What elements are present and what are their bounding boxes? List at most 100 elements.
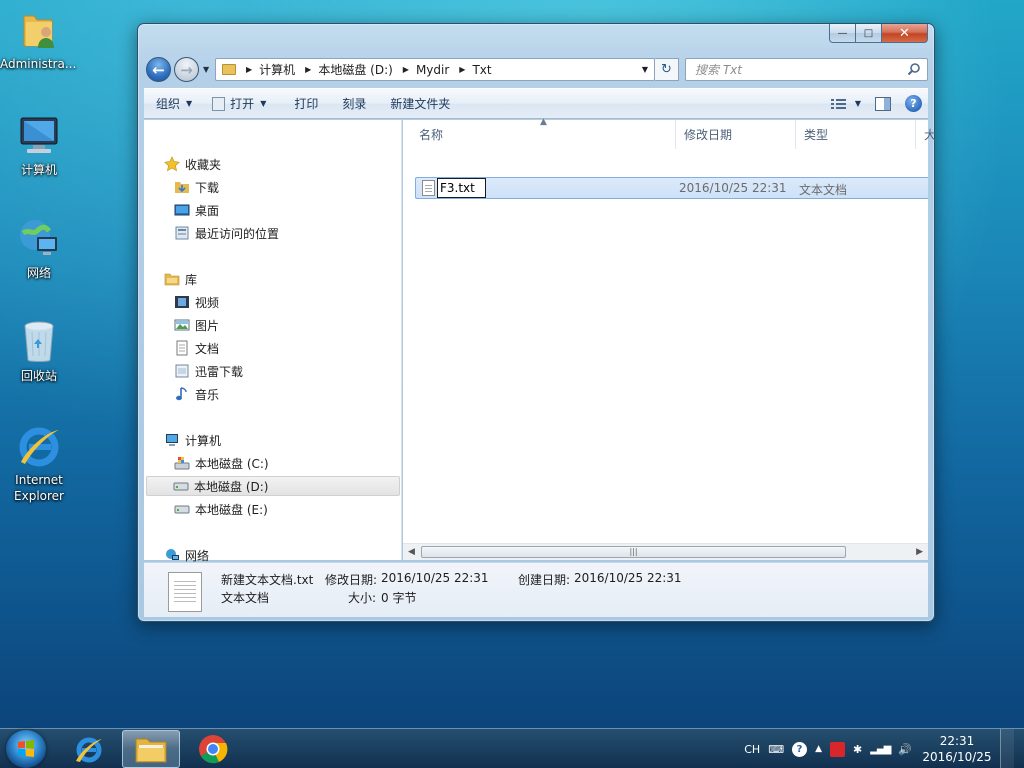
network-signal-icon[interactable]: ▂▄▆	[870, 744, 891, 755]
nav-item-xunlei-downloads[interactable]: 迅雷下载	[174, 361, 243, 381]
nav-item-computer[interactable]: 计算机	[164, 430, 221, 450]
maximize-button[interactable]: □	[856, 24, 882, 43]
system-tray: CH ⌨ ? ▲ ✱ ▂▄▆ 🔊 22:31 2016/10/25	[744, 729, 1014, 768]
scroll-left-icon[interactable]: ◀	[408, 547, 415, 557]
libraries-icon	[164, 271, 180, 287]
xunlei-folder-icon	[174, 363, 190, 379]
change-view-button[interactable]: ▼	[830, 98, 861, 110]
horizontal-scrollbar[interactable]: ◀ ||| ▶	[403, 543, 928, 560]
search-placeholder: 搜索 Txt	[695, 63, 742, 77]
notepad-icon	[212, 96, 226, 111]
chrome-icon	[199, 735, 228, 764]
nav-item-videos[interactable]: 视频	[174, 292, 219, 312]
nav-item-desktop[interactable]: 桌面	[174, 200, 219, 220]
breadcrumb-chevron-icon[interactable]: ▶	[403, 65, 409, 74]
network-globe-icon	[15, 215, 63, 263]
taskbar-internet-explorer[interactable]	[60, 730, 118, 768]
nav-item-recent-places[interactable]: 最近访问的位置	[174, 223, 279, 243]
nav-item-music[interactable]: 音乐	[174, 384, 219, 404]
scroll-right-icon[interactable]: ▶	[916, 547, 923, 557]
burn-button[interactable]: 刻录	[328, 89, 376, 118]
desktop-icon-recycle-bin[interactable]: 回收站	[1, 318, 77, 384]
recent-pages-dropdown[interactable]: ▼	[203, 65, 209, 74]
scrollbar-thumb[interactable]: |||	[421, 546, 846, 558]
minimize-button[interactable]: —	[829, 24, 856, 43]
desktop-icon-internet-explorer[interactable]: Internet Explorer	[1, 422, 77, 504]
clock-date: 2016/10/25	[922, 750, 992, 764]
bluetooth-icon[interactable]: ✱	[853, 743, 862, 756]
nav-item-favorites[interactable]: 收藏夹	[164, 154, 221, 174]
computer-icon	[15, 112, 63, 160]
breadcrumb-chevron-icon[interactable]: ▶	[305, 65, 311, 74]
input-language[interactable]: CH	[744, 743, 760, 756]
document-icon	[174, 340, 190, 356]
taskbar-file-explorer[interactable]	[122, 730, 180, 768]
user-folder-icon	[14, 6, 62, 54]
open-button[interactable]: 打开 ▼	[202, 89, 276, 118]
volume-icon[interactable]: 🔊	[898, 743, 912, 756]
computer-icon	[164, 432, 180, 448]
column-header-modified[interactable]: 修改日期	[676, 120, 796, 149]
breadcrumb-item[interactable]: ▶ 本地磁盘 (D:)	[301, 61, 399, 78]
internet-explorer-icon	[15, 422, 63, 470]
file-type: 文本文档	[799, 183, 848, 197]
file-modified-date: 2016/10/25 22:31	[679, 181, 787, 195]
text-file-large-icon	[168, 572, 202, 612]
address-bar[interactable]: ▶ 计算机 ▶ 本地磁盘 (D:) ▶ Mydir ▶ Txt ▼	[215, 58, 655, 81]
desktop-icon-label: 计算机	[20, 163, 57, 177]
nav-item-downloads[interactable]: 下载	[174, 177, 219, 197]
nav-item-pictures[interactable]: 图片	[174, 315, 219, 335]
help-icon[interactable]: ?	[905, 95, 922, 112]
file-list-pane: ▲ 名称 修改日期 类型 大 2016/10/25 22:31 文本文档 ◀ |…	[403, 117, 936, 560]
breadcrumb-item[interactable]: ▶ Txt	[455, 63, 497, 77]
address-dropdown-icon[interactable]: ▼	[642, 65, 648, 74]
preview-pane-icon[interactable]	[875, 96, 891, 111]
refresh-button[interactable]: ↻	[655, 58, 679, 81]
close-button[interactable]: ✕	[882, 24, 928, 43]
view-list-icon	[830, 98, 846, 109]
new-folder-button[interactable]: 新建文件夹	[376, 89, 460, 118]
breadcrumb-chevron-icon[interactable]: ▶	[246, 65, 252, 74]
desktop-icon-network[interactable]: 网络	[1, 215, 77, 281]
nav-item-documents[interactable]: 文档	[174, 338, 219, 358]
start-button[interactable]	[6, 730, 46, 768]
nav-item-drive-d[interactable]: 本地磁盘 (D:)	[146, 476, 400, 496]
nav-item-drive-e[interactable]: 本地磁盘 (E:)	[174, 499, 268, 519]
recycle-bin-icon	[15, 318, 63, 366]
explorer-window: — □ ✕ ← → ▼ ▶ 计算机 ▶ 本地磁盘 (D:) ▶ Mydir ▶ Txt …	[137, 23, 936, 622]
taskbar-chrome[interactable]	[184, 730, 242, 768]
downloads-folder-icon	[174, 179, 190, 195]
tray-overflow-icon[interactable]: ▲	[815, 744, 822, 754]
show-desktop-button[interactable]	[1000, 729, 1014, 768]
back-button[interactable]: ←	[146, 57, 171, 82]
print-button[interactable]: 打印	[276, 89, 328, 118]
organize-button[interactable]: 组织 ▼	[144, 89, 202, 118]
search-input[interactable]: 搜索 Txt	[685, 58, 928, 81]
column-header-size[interactable]: 大	[916, 120, 936, 149]
details-pane: 新建文本文档.txt 文本文档 修改日期: 2016/10/25 22:31 创…	[144, 562, 928, 617]
file-explorer-folder-icon	[135, 738, 167, 763]
clock[interactable]: 22:31 2016/10/25	[920, 733, 994, 765]
breadcrumb-item[interactable]: ▶ Mydir	[399, 63, 456, 77]
desktop-icon-computer[interactable]: 计算机	[1, 112, 77, 178]
picture-icon	[174, 317, 190, 333]
desktop-icon-administrator[interactable]: Administra...	[0, 6, 76, 72]
nav-item-drive-c[interactable]: 本地磁盘 (C:)	[174, 453, 269, 473]
rename-input[interactable]	[437, 178, 486, 198]
details-created-value: 2016/10/25 22:31	[574, 571, 682, 585]
star-icon	[164, 156, 180, 172]
desktop-icon-label: Internet Explorer	[14, 473, 64, 503]
antivirus-icon[interactable]	[830, 741, 845, 757]
nav-item-libraries[interactable]: 库	[164, 269, 197, 289]
help-tray-icon[interactable]: ?	[792, 741, 808, 757]
column-header-name[interactable]: 名称	[411, 120, 676, 149]
breadcrumb-item[interactable]: ▶ 计算机	[242, 61, 301, 78]
details-size-label: 大小:	[348, 591, 377, 605]
forward-button[interactable]: →	[174, 57, 199, 82]
keyboard-icon[interactable]: ⌨	[768, 743, 784, 756]
clock-time: 22:31	[939, 734, 975, 748]
breadcrumb-chevron-icon[interactable]: ▶	[459, 65, 465, 74]
table-row[interactable]: 2016/10/25 22:31 文本文档	[415, 177, 928, 199]
column-header-type[interactable]: 类型	[796, 120, 916, 149]
details-file-name: 新建文本文档.txt	[221, 573, 314, 587]
